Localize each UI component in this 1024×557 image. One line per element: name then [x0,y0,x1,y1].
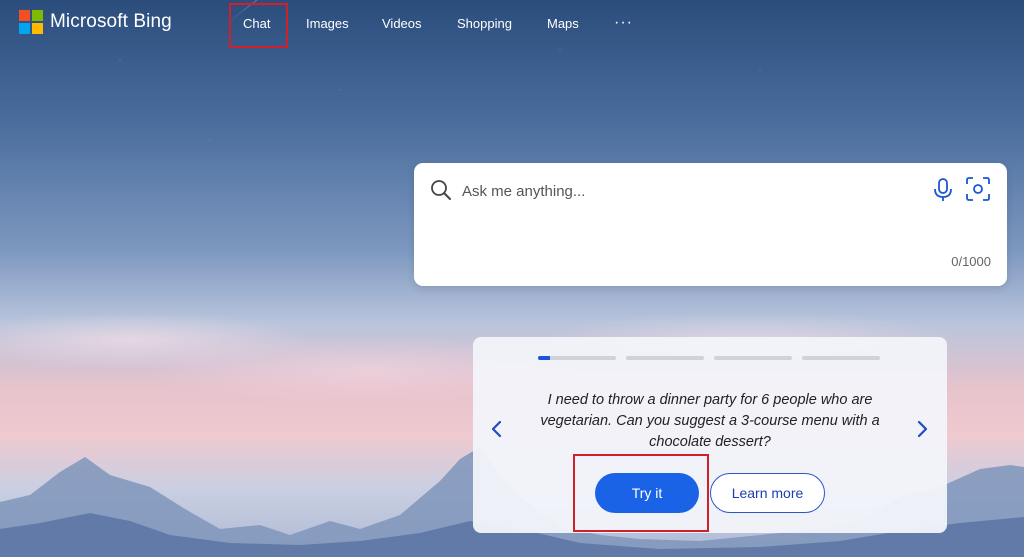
nav-shopping[interactable]: Shopping [457,16,512,31]
logo-square-green [32,10,43,21]
logo-square-yellow [32,23,43,34]
nav-videos[interactable]: Videos [382,16,422,31]
chevron-left-icon[interactable] [489,419,505,439]
carousel-step-fill [538,356,550,360]
chat-input-card: 0/1000 [414,163,1007,286]
microsoft-logo-icon [19,10,43,34]
search-icon [431,180,451,200]
visual-search-icon[interactable] [965,176,991,202]
logo-square-red [19,10,30,21]
nav-maps[interactable]: Maps [547,16,579,31]
suggestion-carousel: I need to throw a dinner party for 6 peo… [473,337,947,533]
suggestion-prompt: I need to throw a dinner party for 6 peo… [540,392,880,450]
brand-name: Microsoft Bing [50,11,172,32]
meteor-streak [227,0,315,23]
carousel-step[interactable] [538,356,616,360]
logo-square-blue [19,23,30,34]
character-counter: 0/1000 [951,254,991,269]
microphone-icon[interactable] [932,177,954,203]
learn-more-button[interactable]: Learn more [710,473,825,513]
bing-logo[interactable]: Microsoft Bing [19,10,172,34]
carousel-step[interactable] [714,356,792,360]
more-menu-icon[interactable]: ··· [614,15,633,31]
try-it-button[interactable]: Try it [595,473,699,513]
nav-chat[interactable]: Chat [243,16,270,31]
nav-images[interactable]: Images [306,16,349,31]
carousel-progress [538,356,880,360]
chevron-right-icon[interactable] [914,419,930,439]
carousel-step[interactable] [626,356,704,360]
carousel-step[interactable] [802,356,880,360]
chat-input[interactable] [460,178,884,204]
